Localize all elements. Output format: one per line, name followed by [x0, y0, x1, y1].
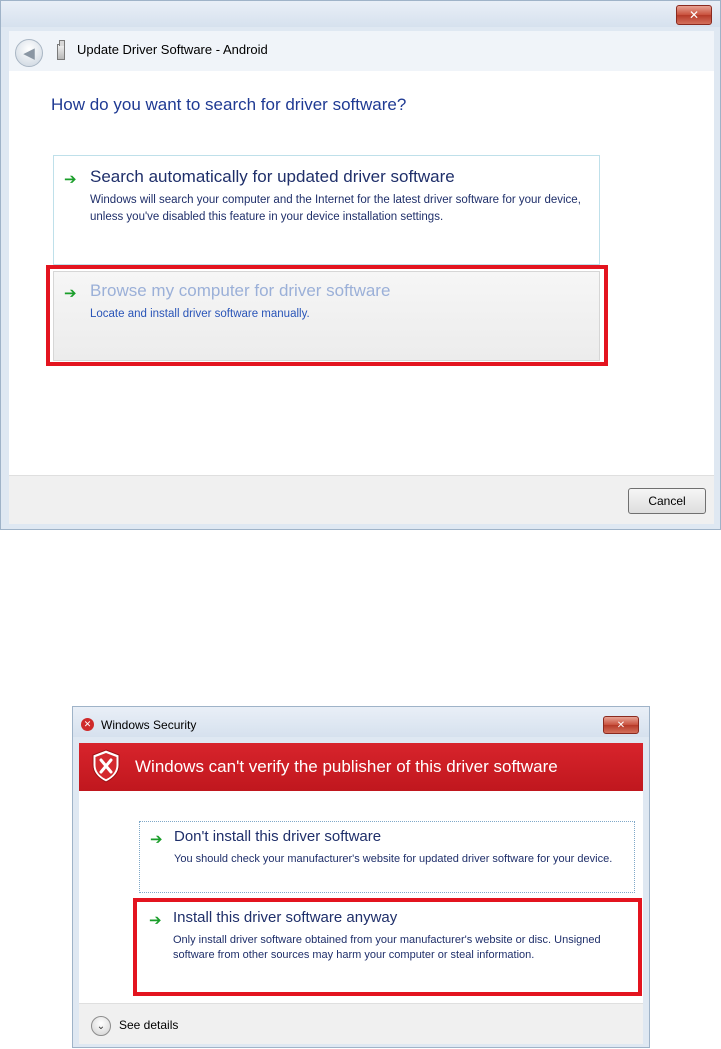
see-details-link[interactable]: See details	[119, 1018, 178, 1032]
green-arrow-icon: ➔	[64, 170, 77, 188]
option-description: Windows will search your computer and th…	[90, 194, 581, 223]
dialog-footer: ⌄ See details	[79, 1003, 643, 1044]
option-description: You should check your manufacturer's web…	[174, 853, 613, 865]
back-arrow-icon: ◀	[23, 44, 35, 62]
option-title: Search automatically for updated driver …	[90, 167, 455, 186]
highlight-box	[133, 898, 642, 996]
main-instruction: How do you want to search for driver sof…	[51, 95, 407, 114]
cancel-button[interactable]: Cancel	[628, 488, 706, 514]
back-button[interactable]: ◀	[15, 39, 43, 67]
close-button[interactable]: ✕	[603, 716, 639, 734]
shield-x-icon	[92, 749, 120, 783]
highlight-box	[46, 265, 608, 366]
navigation-bar: ◀ Update Driver Software - Android	[9, 31, 714, 71]
window-titlebar: ✕	[1, 1, 720, 27]
warning-message: Windows can't verify the publisher of th…	[135, 757, 558, 776]
option-title: Don't install this driver software	[174, 828, 382, 845]
close-button[interactable]: ✕	[676, 5, 712, 25]
dont-install-option[interactable]: ➔ Don't install this driver software You…	[139, 821, 635, 893]
windows-security-dialog: ✕ Windows Security ✕ Windows can't verif…	[72, 706, 650, 1048]
search-automatically-option[interactable]: ➔ Search automatically for updated drive…	[53, 155, 600, 265]
warning-banner: Windows can't verify the publisher of th…	[79, 743, 643, 791]
window-title: Windows Security	[101, 718, 197, 732]
window-titlebar: ✕ Windows Security ✕	[73, 707, 649, 737]
security-error-icon: ✕	[81, 718, 94, 731]
dialog-footer: Cancel	[9, 475, 714, 524]
chevron-down-icon: ⌄	[96, 1020, 106, 1032]
usb-device-icon	[57, 40, 65, 60]
window-title: Update Driver Software - Android	[77, 42, 268, 57]
expand-details-button[interactable]: ⌄	[91, 1016, 111, 1036]
green-arrow-icon: ➔	[150, 830, 163, 848]
